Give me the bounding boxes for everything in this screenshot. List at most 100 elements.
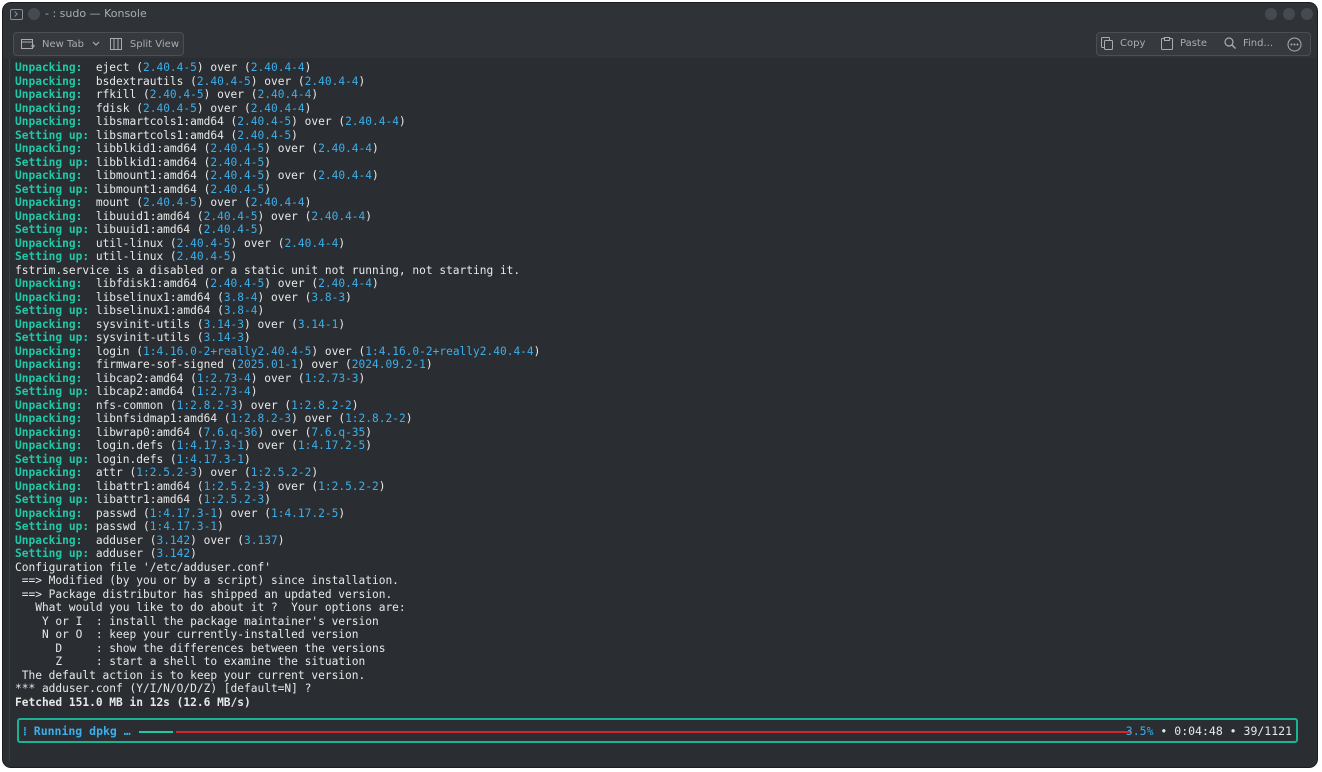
dpkg-progress-bar: ⁞ Running dpkg … 3.5% • 0:04:48 • 39/112… [17,718,1298,743]
maximize-button[interactable] [1283,8,1295,20]
version-text: 1:2.8.2-3 [230,412,292,425]
status-label: Unpacking: [15,236,96,250]
status-label: Unpacking: [15,101,96,115]
line-text: libuuid1:amd64 ( [95,209,204,223]
scrollbar[interactable] [1310,58,1314,761]
version-text: 3.142 [156,547,191,560]
terminal-line: Setting up: libmount1:amd64 (2.40.4-5) [15,183,271,197]
status-label: Unpacking: [15,412,96,425]
line-text: ) [264,182,271,196]
line-text: ) over ( [264,277,319,290]
terminal-line: Unpacking: nfs-common (1:2.8.2-3) over (… [15,399,359,413]
version-text: 2.40.4-5 [196,74,251,88]
more-icon[interactable] [1287,37,1302,52]
status-label: Unpacking: [15,88,96,101]
terminal-line: The default action is to keep your curre… [15,669,366,683]
status-label: Unpacking: [15,425,96,439]
search-icon [1224,37,1236,49]
copy-button[interactable]: Copy [1101,32,1145,54]
terminal-line: Setting up: libblkid1:amd64 (2.40.4-5) [15,156,271,170]
status-label: Setting up: [15,155,96,169]
terminal-line: Unpacking: login (1:4.16.0-2+really2.40.… [15,345,540,359]
status-label: Unpacking: [15,466,96,479]
terminal-line: Fetched 151.0 MB in 12s (12.6 MB/s) [15,696,251,710]
line-text: ) [311,466,319,479]
version-text: 2.40.4-5 [149,88,204,101]
line-text: libcap2:amd64 ( [95,371,197,385]
line-text: libfdisk1:amd64 ( [95,277,211,290]
minimize-button[interactable] [1265,8,1277,20]
terminal-line: Unpacking: bsdextrautils (2.40.4-5) over… [15,75,365,89]
pin-button[interactable] [28,8,40,20]
find-button[interactable]: Find... [1224,32,1273,54]
version-text: 2.40.4-4 [304,74,359,88]
line-text: Z : start a shell to examine the situati… [15,655,366,668]
terminal-icon [10,9,23,20]
version-text: 1:2.5.2-2 [250,466,312,479]
line-text: ) over ( [244,317,298,331]
terminal-line: fstrim.service is a disabled or a static… [15,264,520,278]
progress-elapsed: 0:04:48 [1174,724,1223,738]
terminal-line: What would you like to do about it ? You… [15,601,405,615]
status-label: Setting up: [15,385,96,398]
version-text: 1:4.17.3-1 [149,506,218,520]
chevron-down-icon[interactable] [92,41,100,47]
line-text: ) over ( [203,88,258,101]
line-text: ) [230,250,238,263]
version-text: 1:4.17.3-1 [149,520,218,533]
terminal-output[interactable]: Fetched 151.0 MB in 12s (12.6 MB/s) *** a… [9,58,1314,761]
new-tab-button[interactable]: New Tab Split View [13,32,184,56]
line-text: libwrap0:amd64 ( [95,425,204,439]
line-text: libcap2:amd64 ( [95,385,197,398]
line-text: fstrim.service is a disabled or a static… [15,263,521,277]
version-text: 1:2.5.2-3 [203,493,265,506]
split-view-label[interactable]: Split View [130,39,179,50]
terminal-line: Unpacking: util-linux (2.40.4-5) over (2… [15,237,345,251]
line-text: ) [425,358,433,371]
status-label: Setting up: [15,223,96,236]
line-text: ) [372,169,379,182]
terminal-line: Unpacking: login.defs (1:4.17.3-1) over … [15,439,372,453]
line-text: ) [257,304,265,317]
version-text: 3.14-3 [203,317,245,331]
version-text: 2.40.4-5 [176,236,231,250]
close-button[interactable] [1301,8,1313,20]
line-text: ) over ( [196,466,251,479]
version-text: 3.8-3 [311,290,346,304]
status-label: Unpacking: [15,290,96,304]
version-text: 1:2.5.2-3 [136,466,197,479]
line-text: ) over ( [291,115,346,128]
line-text: ) [358,371,366,385]
version-text: 2.40.4-5 [210,169,265,182]
terminal-line: Unpacking: attr (1:2.5.2-3) over (1:2.5.… [15,466,318,480]
version-text: 2.40.4-5 [142,196,197,209]
line-text: libmount1:amd64 ( [95,182,211,196]
line-text: ) [358,74,366,88]
version-text: 3.137 [244,533,278,547]
line-text: ) [372,277,379,290]
version-text: 1:2.8.2-2 [345,412,406,425]
status-label: Unpacking: [15,61,96,74]
line-text: passwd ( [95,506,150,520]
terminal-line: Unpacking: firmware-sof-signed (2025.01-… [15,358,433,372]
line-text: libblkid1:amd64 ( [95,155,211,169]
progress-stats: 3.5% • 0:04:48 • 39/1121 [1126,724,1292,738]
version-text: 2.40.4-5 [210,182,265,196]
line-text: ) over ( [257,209,312,223]
line-text: Fetched 151.0 MB in 12s (12.6 MB/s) [15,695,251,709]
line-text: ) [291,128,298,142]
status-label: Unpacking: [15,142,96,155]
paste-icon [1161,36,1173,50]
status-label: Unpacking: [15,371,96,385]
line-text: ) over ( [264,169,319,182]
status-label: Setting up: [15,520,96,533]
line-text: ) [345,290,352,304]
terminal-line: Unpacking: libwrap0:amd64 (7.6.q-36) ove… [15,426,372,440]
version-text: 1:2.73-3 [304,371,359,385]
status-label: Unpacking: [15,196,96,209]
status-label: Unpacking: [15,344,96,358]
paste-button[interactable]: Paste [1161,32,1207,54]
status-label: Unpacking: [15,209,96,223]
window-title: - : sudo — Konsole [45,7,147,20]
line-text: ) over ( [257,425,312,439]
